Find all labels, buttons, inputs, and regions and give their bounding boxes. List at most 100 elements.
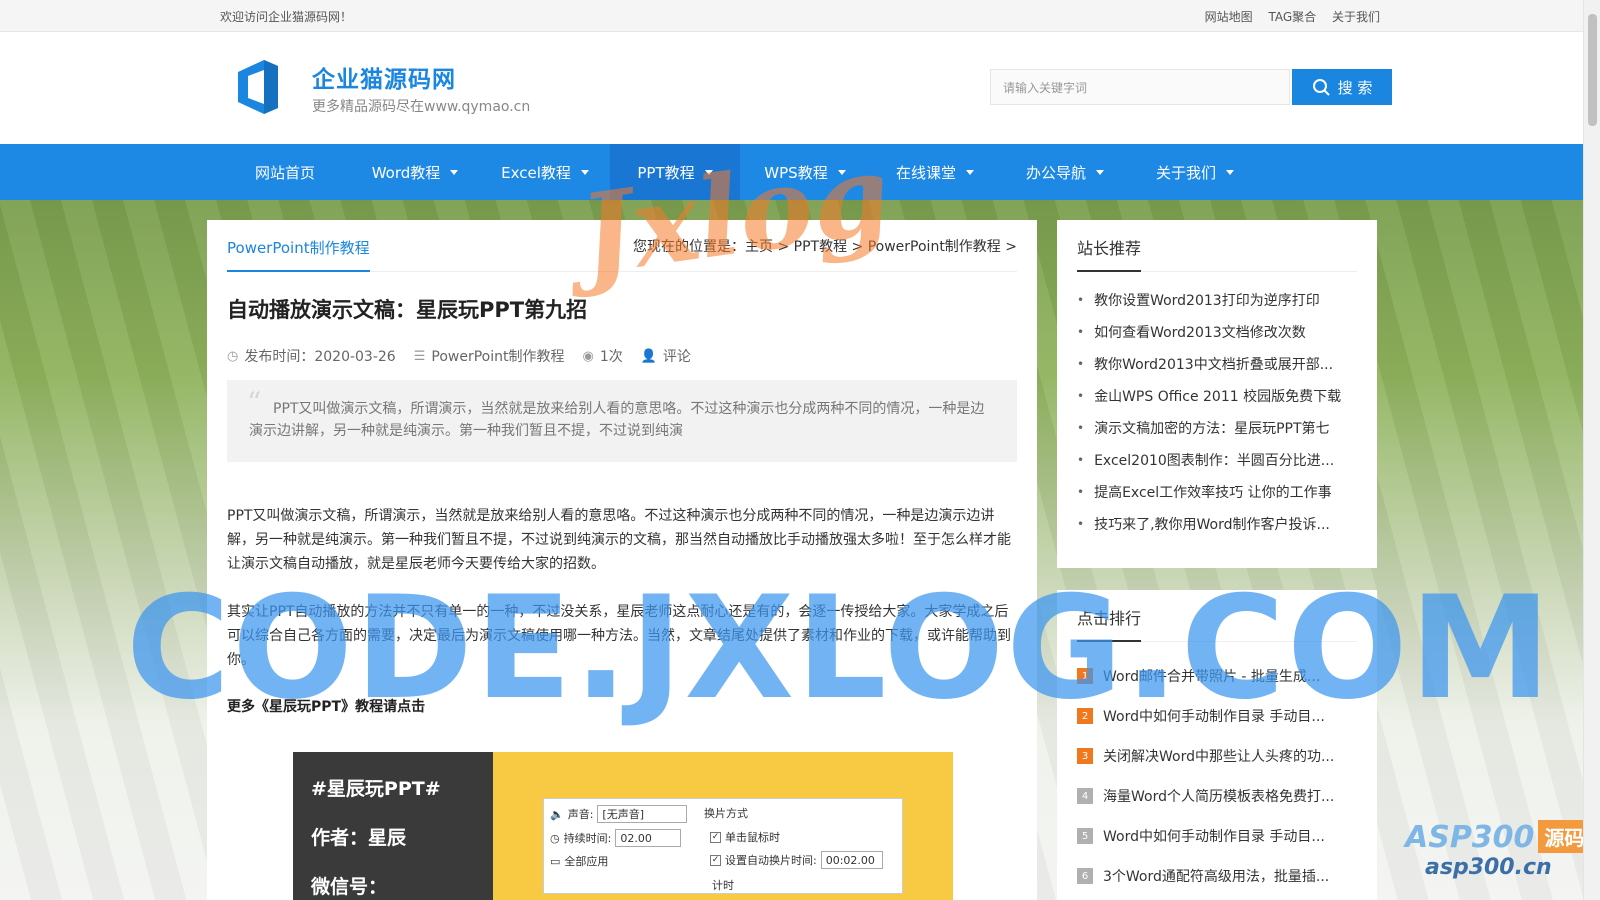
meta-views-text: 1次: [599, 349, 623, 365]
rank-item-text: Word中如何手动制作目录 手动目...: [1103, 709, 1325, 725]
rank-number-badge: 5: [1077, 828, 1093, 844]
nav-item-excel[interactable]: Excel教程: [480, 144, 610, 200]
page-scrollbar[interactable]: [1583, 0, 1600, 900]
list-item[interactable]: 教你Word2013中文档折叠或展开部...: [1077, 348, 1357, 380]
nav-item-word[interactable]: Word教程: [350, 144, 480, 200]
apply-all-label: 全部应用: [564, 855, 609, 868]
rank-number-badge: 2: [1077, 708, 1093, 724]
scrollbar-thumb[interactable]: [1588, 14, 1597, 126]
checkbox-icon: ✓: [710, 854, 721, 866]
nav-item-wps[interactable]: WPS教程: [740, 144, 870, 200]
sound-row: 🔈 声音: [无声音]: [550, 805, 688, 823]
auto-time-value: 00:02.00: [825, 853, 875, 867]
recommend-list: 教你设置Word2013打印为逆序打印 如何查看Word2013文档修改次数 教…: [1077, 284, 1357, 540]
transition-dialog: 🔈 声音: [无声音] ◷ 持续时间: 02.00 ▭ 全部应用 换片方式 ✓ …: [543, 798, 903, 894]
nav-label: PPT教程: [637, 163, 695, 182]
apply-all-icon: ▭: [550, 854, 561, 868]
figure-line-3: 微信号：Wordlm123: [311, 876, 433, 900]
site-subtitle: 更多精品源码尽在www.qymao.cn: [312, 99, 531, 115]
list-item[interactable]: 演示文稿加密的方法：星辰玩PPT第七: [1077, 412, 1357, 444]
figure-line-1: #星辰玩PPT#: [311, 778, 441, 800]
nav-label: 在线课堂: [895, 163, 956, 182]
article-paragraph-2: 其实让PPT自动播放的方法并不只有单一的一种，不过没关系，星辰老师这点耐心还是有…: [227, 604, 1011, 668]
article-summary: “ PPT又叫做演示文稿，所谓演示，当然就是放来给别人看的意思咯。不过这种演示也…: [227, 380, 1017, 462]
breadcrumb-powerpoint[interactable]: PowerPoint制作教程: [868, 239, 1001, 255]
auto-time-row: ✓ 设置自动换片时间: 00:02.00: [710, 851, 883, 869]
nav-label: 办公导航: [1025, 163, 1086, 182]
caret-down-icon: [1096, 169, 1104, 175]
list-icon: ☰: [413, 348, 426, 364]
search-placeholder: 请输入关键字词: [1003, 80, 1088, 95]
breadcrumb-home[interactable]: 主页: [745, 239, 773, 255]
category-tab[interactable]: PowerPoint制作教程: [227, 220, 370, 272]
summary-text: PPT又叫做演示文稿，所谓演示，当然就是放来给别人看的意思咯。不过这种演示也分成…: [249, 401, 985, 439]
search-input[interactable]: 请输入关键字词: [990, 69, 1290, 105]
duration-field: 02.00: [615, 829, 682, 847]
rank-item[interactable]: 4 海量Word个人简历模板表格免费打...: [1077, 776, 1357, 816]
auto-time-field: 00:02.00: [820, 851, 883, 869]
list-item[interactable]: 如何查看Word2013文档修改次数: [1077, 316, 1357, 348]
rank-number-badge: 3: [1077, 748, 1093, 764]
quote-icon: “: [247, 386, 262, 419]
meta-comments[interactable]: 👤 评论: [641, 346, 691, 366]
meta-category[interactable]: ☰ PowerPoint制作教程: [414, 346, 565, 366]
top-link-tag[interactable]: TAG聚合: [1268, 10, 1316, 24]
rank-item[interactable]: 6 3个Word通配符高级用法，批量插...: [1077, 856, 1357, 896]
rank-item-text: 关闭解决Word中那些让人头疼的功...: [1103, 749, 1335, 765]
user-icon: 👤: [640, 348, 657, 364]
eye-icon: ◉: [582, 348, 594, 364]
list-item[interactable]: 技巧来了,教你用Word制作客户投诉...: [1077, 508, 1357, 540]
rank-item[interactable]: 1 Word邮件合并带照片 - 批量生成...: [1077, 656, 1357, 696]
sound-value: [无声音]: [602, 808, 645, 821]
nav-item-office-nav[interactable]: 办公导航: [1000, 144, 1130, 200]
site-header: 企业猫源码网 更多精品源码尽在www.qymao.cn 请输入关键字词 搜 索: [0, 32, 1600, 144]
rank-item[interactable]: 2 Word中如何手动制作目录 手动目...: [1077, 696, 1357, 736]
rank-item[interactable]: 5 Word中如何手动制作目录 手动目...: [1077, 816, 1357, 856]
meta-category-text: PowerPoint制作教程: [431, 349, 565, 365]
recommend-title: 站长推荐: [1077, 220, 1142, 272]
nav-label: Excel教程: [501, 163, 571, 182]
welcome-text: 欢迎访问企业猫源码网！: [220, 9, 353, 24]
search-icon: [1312, 79, 1330, 96]
list-item[interactable]: 教你设置Word2013打印为逆序打印: [1077, 284, 1357, 316]
breadcrumb-ppt[interactable]: PPT教程: [794, 239, 847, 255]
rank-item-text: 海量Word个人简历模板表格免费打...: [1103, 789, 1335, 805]
search-button-label: 搜 索: [1337, 78, 1373, 97]
nav-item-home[interactable]: 网站首页: [220, 144, 350, 200]
rank-item-text: Word邮件合并带照片 - 批量生成...: [1103, 669, 1321, 685]
office-logo-icon[interactable]: [234, 58, 282, 116]
nav-label: WPS教程: [764, 163, 828, 182]
clock-icon: ◷: [227, 348, 239, 364]
timing-label: 计时: [712, 879, 734, 892]
sidebar-ranking: 点击排行 1 Word邮件合并带照片 - 批量生成... 2 Word中如何手动制作…: [1057, 590, 1377, 900]
checkbox-icon: ✓: [710, 831, 721, 843]
search-button[interactable]: 搜 索: [1292, 69, 1392, 105]
rank-item[interactable]: 3 关闭解决Word中那些让人头疼的功...: [1077, 736, 1357, 776]
top-link-sitemap[interactable]: 网站地图: [1205, 10, 1253, 24]
more-tutorials-link[interactable]: 更多《星辰玩PPT》教程请点击: [227, 696, 1017, 716]
top-link-about[interactable]: 关于我们: [1332, 10, 1380, 24]
list-item[interactable]: Excel2010图表制作：半圆百分比进...: [1077, 444, 1357, 476]
nav-item-ppt[interactable]: PPT教程: [610, 144, 740, 200]
rank-list: 1 Word邮件合并带照片 - 批量生成... 2 Word中如何手动制作目录 手动…: [1077, 656, 1357, 896]
nav-item-about[interactable]: 关于我们: [1130, 144, 1260, 200]
list-item[interactable]: 提高Excel工作效率技巧 让你的工作事: [1077, 476, 1357, 508]
meta-views: ◉ 1次: [582, 346, 622, 366]
duration-label: 持续时间:: [563, 832, 612, 845]
figure-right-panel: 🔈 声音: [无声音] ◷ 持续时间: 02.00 ▭ 全部应用 换片方式 ✓ …: [493, 752, 953, 900]
list-item[interactable]: 金山WPS Office 2011 校园版免费下载: [1077, 380, 1357, 412]
sound-label: 声音:: [567, 808, 594, 821]
duration-row: ◷ 持续时间: 02.00: [550, 829, 682, 847]
nav-label: Word教程: [371, 163, 441, 182]
clock-icon: ◷: [550, 831, 560, 845]
nav-item-online-class[interactable]: 在线课堂: [870, 144, 1000, 200]
meta-date: ◷ 发布时间：2020-03-26: [227, 346, 396, 366]
site-title[interactable]: 企业猫源码网: [312, 60, 456, 94]
sidebar-recommend: 站长推荐 教你设置Word2013打印为逆序打印 如何查看Word2013文档修…: [1057, 220, 1377, 568]
recommend-header: 站长推荐: [1077, 220, 1357, 272]
auto-time-label: 设置自动换片时间:: [725, 854, 817, 867]
on-click-label: 单击鼠标时: [725, 831, 780, 844]
caret-down-icon: [966, 169, 974, 175]
article-title: 自动播放演示文稿：星辰玩PPT第九招: [227, 298, 588, 322]
timing-row: 计时: [712, 877, 734, 893]
